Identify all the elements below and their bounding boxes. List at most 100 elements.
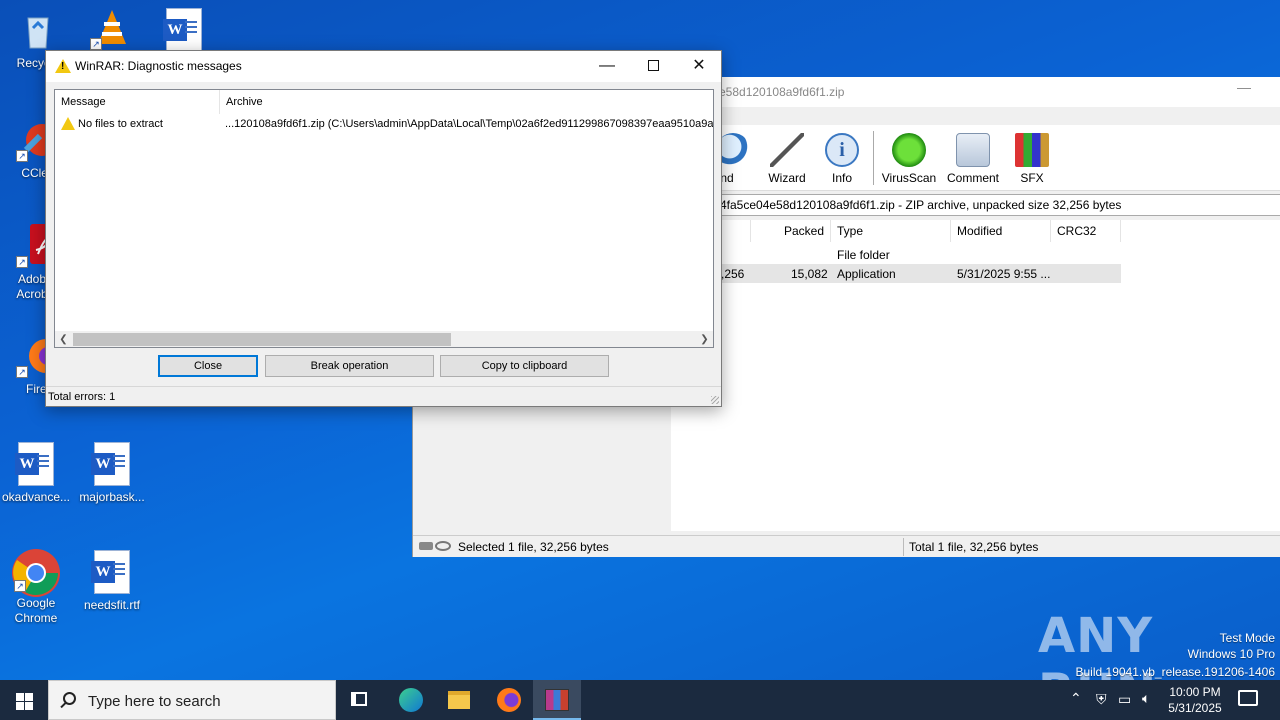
row-type[interactable]: File folder <box>837 248 890 262</box>
status-divider <box>903 538 904 556</box>
desktop-icon-chrome[interactable]: ↗ Google Chrome <box>0 548 74 626</box>
desktop-icon-vlc[interactable]: ↗ <box>74 6 150 54</box>
shortcut-arrow-icon: ↗ <box>16 150 28 162</box>
sfx-label: SFX <box>1020 171 1044 185</box>
desktop-icon-word-doc[interactable]: W <box>146 8 222 56</box>
start-button[interactable] <box>0 680 48 720</box>
taskbar-clock[interactable]: 10:00 PM 5/31/2025 <box>1160 684 1230 716</box>
drive-icon[interactable] <box>419 542 433 550</box>
main-window-title: e58d120108a9fd6f1.zip <box>719 85 845 99</box>
shortcut-arrow-icon: ↗ <box>14 580 26 592</box>
shortcut-arrow-icon: ↗ <box>16 366 28 378</box>
word-document-icon: W <box>14 442 58 486</box>
toolbar-separator <box>873 131 874 185</box>
notifications-icon[interactable] <box>1238 690 1258 706</box>
firefox-icon <box>497 688 521 712</box>
row-modified[interactable]: 5/31/2025 9:55 ... <box>957 267 1050 281</box>
shortcut-arrow-icon: ↗ <box>90 38 102 50</box>
status-total: Total 1 file, 32,256 bytes <box>909 540 1039 554</box>
taskbar: Type here to search ⌃ ⛨ ▭ 🔈︎ 10:00 PM 5/… <box>0 680 1280 720</box>
messages-list[interactable]: Message Archive No files to extract ...1… <box>54 89 714 348</box>
shortcut-arrow-icon: ↗ <box>16 256 28 268</box>
column-header-packed[interactable]: Packed <box>751 220 831 242</box>
column-header-message[interactable]: Message <box>55 90 220 114</box>
taskbar-firefox[interactable] <box>485 680 533 720</box>
comment-icon <box>956 133 990 167</box>
word-document-icon: W <box>90 442 134 486</box>
desktop-icon-label: majorbask... <box>79 490 145 504</box>
scrollbar-thumb[interactable] <box>73 333 451 346</box>
task-view-button[interactable] <box>336 680 384 720</box>
horizontal-scrollbar[interactable]: ❮ ❯ <box>55 331 713 347</box>
dialog-status: Total errors: 1 <box>46 386 721 406</box>
info-label: Info <box>831 171 852 185</box>
clock-date: 5/31/2025 <box>1168 701 1222 715</box>
search-icon <box>63 692 76 705</box>
taskbar-file-explorer[interactable] <box>435 680 483 720</box>
sfx-button[interactable]: SFX <box>1004 133 1060 185</box>
main-status-bar: Selected 1 file, 32,256 bytes Total 1 fi… <box>413 535 1280 557</box>
info-icon: i <box>825 133 859 167</box>
dialog-title: WinRAR: Diagnostic messages <box>75 59 242 73</box>
search-placeholder: Type here to search <box>88 693 221 710</box>
word-document-icon: W <box>162 8 206 52</box>
desktop-icon-okadvance[interactable]: W okadvance... <box>0 442 74 505</box>
file-list[interactable]: Size Packed Type Modified CRC32 File fol… <box>671 220 1280 531</box>
virusscan-button[interactable]: VirusScan <box>881 133 937 185</box>
watermark-edition: Windows 10 Pro <box>1187 647 1275 661</box>
minimize-button[interactable]: — <box>1237 79 1251 95</box>
watermark-mode: Test Mode <box>1219 631 1275 645</box>
desktop-icon-label: Google Chrome <box>14 596 58 625</box>
warning-icon <box>61 117 75 130</box>
column-header-modified[interactable]: Modified <box>951 220 1051 242</box>
key-icon[interactable] <box>435 541 451 551</box>
copy-to-clipboard-button[interactable]: Copy to clipboard <box>440 355 609 377</box>
wizard-button[interactable]: Wizard <box>759 133 815 185</box>
word-document-icon: W <box>90 550 134 594</box>
row-type[interactable]: Application <box>837 267 896 281</box>
column-header-archive[interactable]: Archive <box>220 90 713 114</box>
wizard-label: Wizard <box>768 171 806 185</box>
minimize-button[interactable]: — <box>584 51 630 81</box>
row-packed[interactable]: 15,082 <box>791 267 828 281</box>
edge-icon <box>399 688 423 712</box>
virusscan-label: VirusScan <box>881 171 937 185</box>
warning-icon <box>55 59 71 73</box>
message-text: No files to extract <box>78 118 163 130</box>
comment-label: Comment <box>946 171 999 185</box>
tray-security-icon[interactable]: ⛨ <box>1096 691 1107 720</box>
close-button[interactable]: Close <box>158 355 258 377</box>
scroll-right-icon[interactable]: ❯ <box>696 331 713 347</box>
desktop-icon-label: needsfit.rtf <box>83 598 141 612</box>
tray-chevron-icon[interactable]: ⌃ <box>1070 690 1082 720</box>
break-operation-button[interactable]: Break operation <box>265 355 434 377</box>
row-size[interactable]: ,256 <box>721 267 744 281</box>
list-item[interactable]: No files to extract ...120108a9fd6f1.zip… <box>55 115 714 133</box>
desktop-icon-label: okadvance... <box>1 490 71 504</box>
task-view-icon <box>351 692 367 706</box>
resize-grip-icon[interactable] <box>711 396 719 404</box>
scroll-left-icon[interactable]: ❮ <box>55 331 72 347</box>
status-selected: Selected 1 file, 32,256 bytes <box>458 540 609 554</box>
column-header-crc32[interactable]: CRC32 <box>1051 220 1121 242</box>
comment-button[interactable]: Comment <box>945 133 1001 185</box>
column-header-type[interactable]: Type <box>831 220 951 242</box>
winrar-icon <box>545 689 569 711</box>
folder-icon <box>448 691 470 709</box>
maximize-button[interactable] <box>630 51 676 81</box>
dialog-title-bar: WinRAR: Diagnostic messages — ✕ <box>46 51 721 82</box>
info-button[interactable]: i Info <box>814 133 870 185</box>
wizard-icon <box>770 133 804 167</box>
recycle-bin-icon <box>16 8 60 52</box>
watermark-build: Build 19041.vb_release.191206-1406 <box>1075 665 1276 679</box>
tray-volume-icon[interactable]: 🔈︎ <box>1142 690 1150 720</box>
archive-text: ...120108a9fd6f1.zip (C:\Users\admin\App… <box>225 118 714 130</box>
desktop-icon-needsfit[interactable]: W needsfit.rtf <box>74 550 150 613</box>
taskbar-winrar[interactable] <box>533 680 581 720</box>
taskbar-search[interactable]: Type here to search <box>48 680 336 720</box>
desktop-icon-majorbask[interactable]: W majorbask... <box>74 442 150 505</box>
tray-network-icon[interactable]: ▭ <box>1118 691 1131 720</box>
clock-time: 10:00 PM <box>1169 685 1221 699</box>
taskbar-edge[interactable] <box>387 680 435 720</box>
close-window-button[interactable]: ✕ <box>676 51 722 81</box>
